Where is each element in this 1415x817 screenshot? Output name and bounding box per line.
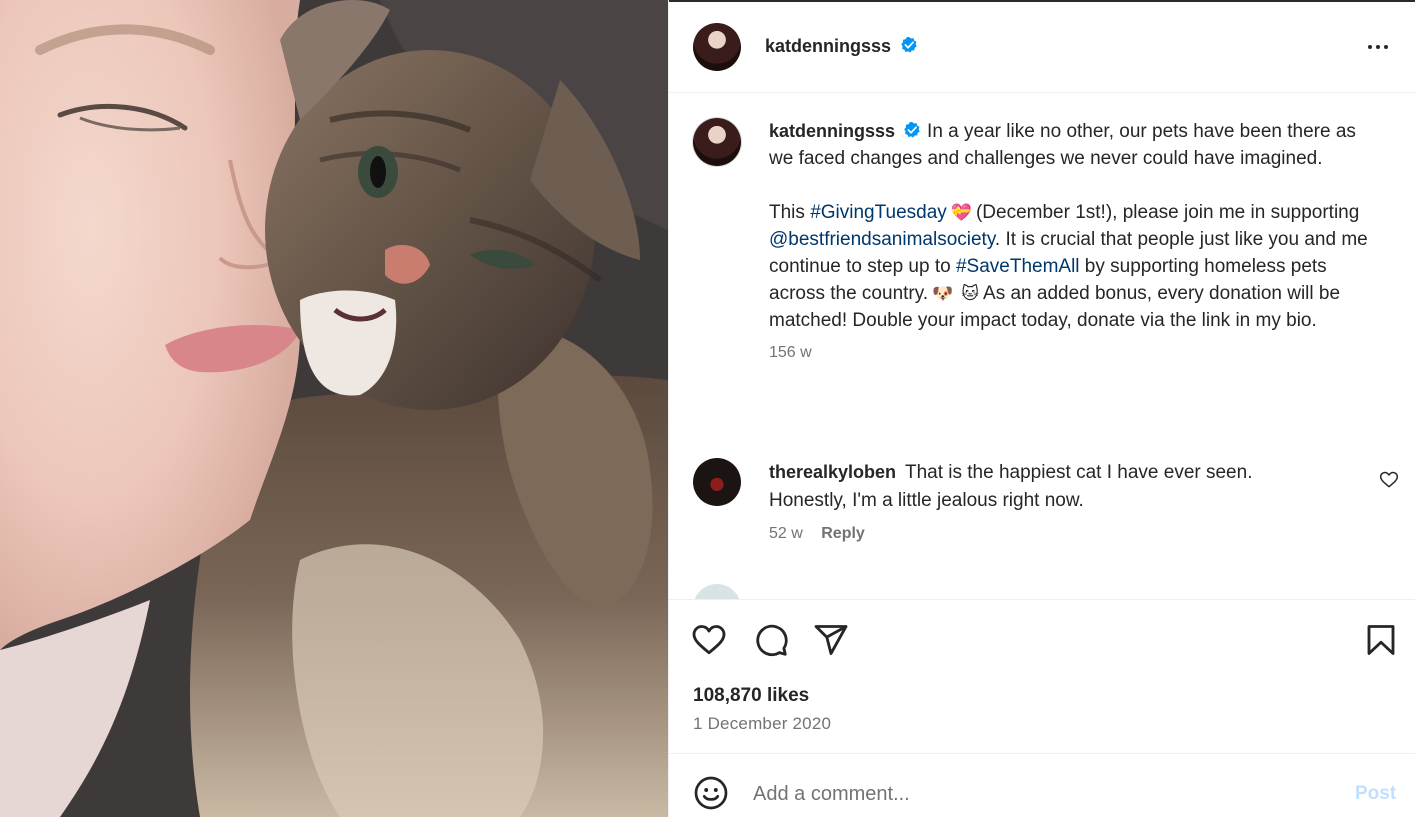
comment-composer: Post <box>669 755 1415 817</box>
likes-count[interactable]: 108,870 likes <box>693 685 809 707</box>
instagram-post-view: katdenningsss katdenningsss In a year li… <box>0 0 1415 817</box>
post-caption: katdenningsss In a year like no other, o… <box>769 118 1369 362</box>
verified-badge-icon <box>904 121 920 138</box>
comment-input[interactable] <box>753 779 1313 809</box>
bookmark-icon[interactable] <box>1363 622 1399 658</box>
cat-face-emoji: 🐱 <box>961 284 980 303</box>
comment-meta: 52 w Reply <box>769 525 1329 543</box>
post-time-ago[interactable]: 156 w <box>769 344 1369 362</box>
comment-item: therealkyloben That is the happiest cat … <box>769 458 1329 543</box>
reply-button[interactable]: Reply <box>821 525 865 542</box>
gift-heart-emoji: 💝 <box>950 203 972 222</box>
caption-text-2b: (December 1st!), please join me in suppo… <box>975 202 1360 223</box>
comment-body: therealkyloben That is the happiest cat … <box>769 458 1329 515</box>
caption-paragraph-2: This #GivingTuesday 💝 (December 1st!), ple… <box>769 199 1369 334</box>
header-author: katdenningsss <box>765 36 918 57</box>
author-username[interactable]: katdenningsss <box>765 36 891 56</box>
post-header: katdenningsss <box>669 2 1415 93</box>
comments-scroll-area[interactable]: katdenningsss In a year like no other, o… <box>669 94 1415 599</box>
hashtag-link[interactable]: #GivingTuesday <box>810 202 947 223</box>
share-icon[interactable] <box>813 622 849 658</box>
next-commenter-avatar[interactable] <box>693 584 741 599</box>
author-avatar[interactable] <box>693 23 741 71</box>
comment-like-heart-icon[interactable] <box>1379 470 1399 490</box>
comment-time-ago[interactable]: 52 w <box>769 525 803 542</box>
commenter-avatar[interactable] <box>693 458 741 506</box>
dog-face-emoji: 🐶 <box>932 284 954 303</box>
post-comment-button[interactable]: Post <box>1355 783 1396 805</box>
post-details-panel: katdenningsss katdenningsss In a year li… <box>668 0 1415 817</box>
photo-woman-with-cat <box>0 0 668 817</box>
mention-link[interactable]: @bestfriendsanimalsociety <box>769 229 995 250</box>
commenter-username[interactable]: therealkyloben <box>769 462 896 482</box>
heart-icon[interactable] <box>691 622 727 658</box>
caption-author-avatar[interactable] <box>693 118 741 166</box>
more-options-icon[interactable] <box>1363 32 1393 62</box>
hashtag-link[interactable]: #SaveThemAll <box>956 256 1080 277</box>
emoji-icon[interactable] <box>693 775 729 811</box>
post-date: 1 December 2020 <box>693 714 832 733</box>
comment-icon[interactable] <box>753 622 789 658</box>
caption-text-2a: This <box>769 202 811 223</box>
post-photo[interactable] <box>0 0 668 817</box>
verified-badge-icon <box>900 36 917 53</box>
caption-author-username[interactable]: katdenningsss <box>769 121 895 141</box>
post-actions-section: 108,870 likes 1 December 2020 <box>669 599 1415 754</box>
caption-paragraph-1: katdenningsss In a year like no other, o… <box>769 118 1369 172</box>
